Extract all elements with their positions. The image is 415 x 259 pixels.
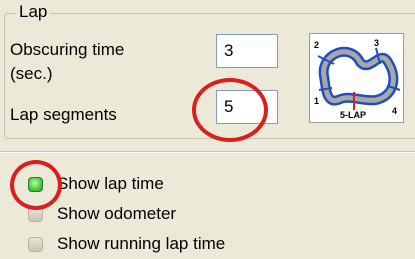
segment-label-4: 4 bbox=[392, 106, 397, 116]
show-lap-time-checkbox[interactable] bbox=[28, 176, 43, 192]
obscuring-time-input[interactable] bbox=[216, 34, 278, 68]
lap-group-title: Lap bbox=[16, 2, 51, 22]
segment-label-1: 1 bbox=[314, 96, 319, 106]
segment-label-2: 2 bbox=[314, 40, 319, 50]
show-running-lap-time-checkbox[interactable] bbox=[28, 236, 43, 252]
lap-segments-label: Lap segments bbox=[10, 105, 117, 124]
track-map-icon: 2 3 1 4 5-LAP bbox=[314, 38, 401, 120]
lap-segments-input[interactable] bbox=[216, 90, 278, 124]
obscuring-time-label: Obscuring time bbox=[10, 40, 125, 59]
show-odometer-label: Show odometer bbox=[57, 204, 177, 223]
show-running-lap-time-option[interactable]: Show running lap time bbox=[28, 232, 225, 256]
segment-label-3: 3 bbox=[374, 38, 379, 48]
section-divider bbox=[0, 151, 415, 153]
preview-caption: 5-LAP bbox=[340, 110, 366, 120]
show-odometer-checkbox[interactable] bbox=[28, 206, 43, 222]
obscuring-time-unit: (sec.) bbox=[10, 64, 53, 83]
show-lap-time-option[interactable]: Show lap time bbox=[28, 172, 164, 196]
lap-track-preview: 2 3 1 4 5-LAP bbox=[309, 33, 404, 123]
show-lap-time-label: Show lap time bbox=[57, 174, 164, 193]
show-odometer-option[interactable]: Show odometer bbox=[28, 202, 176, 226]
show-running-lap-time-label: Show running lap time bbox=[57, 234, 226, 253]
